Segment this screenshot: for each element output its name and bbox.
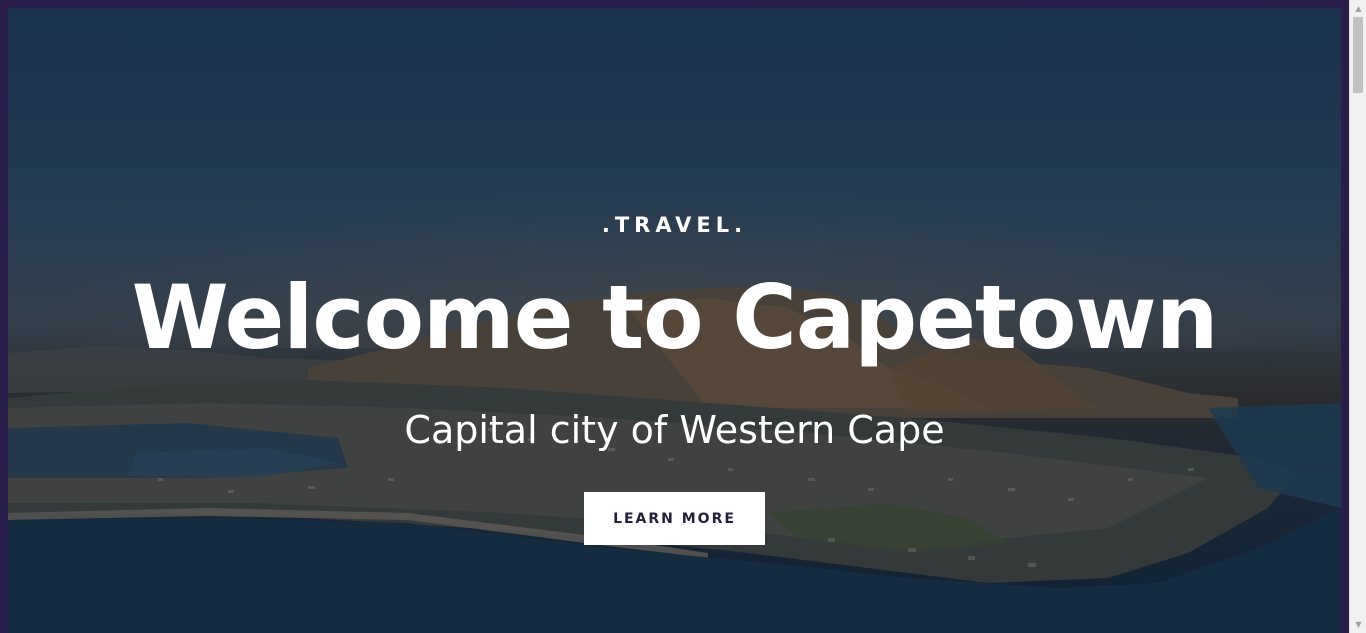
- hero-subheadline: Capital city of Western Cape: [404, 408, 945, 452]
- scroll-up-arrow-icon[interactable]: ▲: [1350, 0, 1366, 17]
- scroll-down-arrow-icon[interactable]: ▼: [1350, 616, 1366, 633]
- vertical-scrollbar[interactable]: ▲ ▼: [1349, 0, 1366, 633]
- hero-content: .TRAVEL. Welcome to Capetown Capital cit…: [8, 8, 1341, 633]
- hero-section: .TRAVEL. Welcome to Capetown Capital cit…: [8, 8, 1341, 633]
- scrollbar-thumb[interactable]: [1353, 17, 1363, 93]
- hero-headline: Welcome to Capetown: [131, 266, 1219, 369]
- page: .TRAVEL. Welcome to Capetown Capital cit…: [0, 0, 1366, 633]
- learn-more-button[interactable]: LEARN MORE: [584, 492, 765, 545]
- hero-eyebrow: .TRAVEL.: [601, 213, 748, 237]
